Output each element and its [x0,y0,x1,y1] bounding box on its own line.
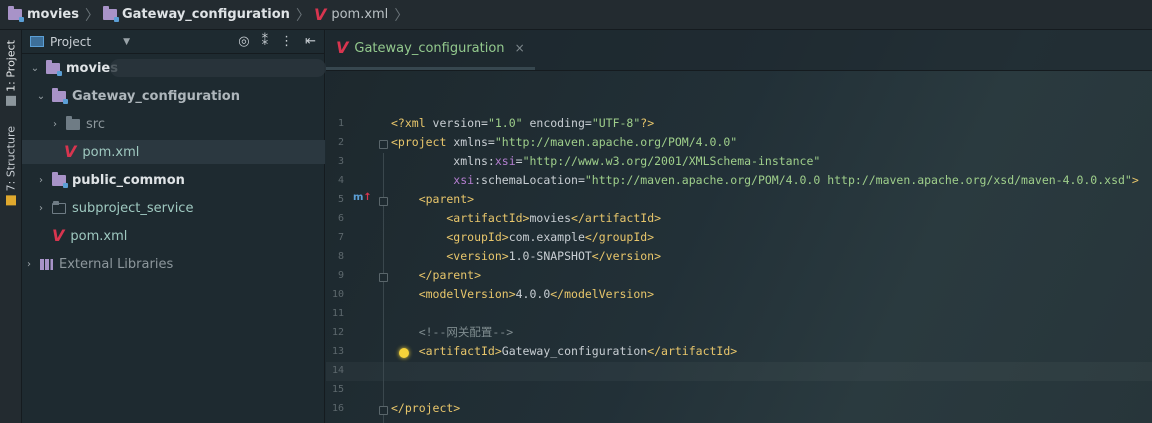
tree-item-pom-xml-selected[interactable]: V pom.xml [22,140,325,164]
hide-panel-icon[interactable]: ⇤ [305,34,316,49]
project-tool-tab[interactable]: 1: Project [3,40,19,106]
code-line-7: <groupId>com.example</groupId> [391,230,655,244]
project-icon [6,95,16,106]
chevron-down-icon[interactable]: ⌄ [36,91,46,102]
editor-tab-bar: V Gateway_configuration × [326,30,1152,71]
editor-tab-pom-xml[interactable]: V Gateway_configuration × [326,29,535,70]
chevron-right-icon: 〉 [295,7,310,24]
chevron-right-icon[interactable]: › [50,119,60,130]
code-line-13: <artifactId>Gateway_configuration</artif… [391,344,738,358]
redacted-path [110,59,326,77]
code-line-2: <project xmlns="http://maven.apache.org/… [391,135,738,149]
chevron-right-icon[interactable]: › [36,203,46,214]
structure-tool-tab[interactable]: 7: Structure [3,126,19,206]
code-line-3: xmlns:xsi="http://www.w3.org/2001/XMLSch… [391,154,821,168]
code-line-12: <!--网关配置--> [391,325,514,339]
module-folder-icon [46,59,62,76]
fold-marker[interactable] [379,197,388,206]
project-panel: Project ▼ ◎ ⁑ ⋮ ⇤ ⌄ movies ⌄ Gateway_con… [22,30,326,423]
folder-icon [52,200,66,214]
tool-window-stripe: 1: Project 7: Structure [0,30,22,423]
code-line-5: <parent> [391,192,475,206]
maven-parent-gutter-icon[interactable]: m↑ [353,192,372,203]
maven-icon: V [52,226,65,245]
tree-item-public-common[interactable]: › public_common [22,168,325,192]
chevron-right-icon[interactable]: › [24,259,34,270]
locate-target-icon[interactable]: ◎ [238,34,249,49]
fold-marker[interactable] [379,273,388,282]
libraries-icon [40,258,53,270]
fold-guide [383,153,384,423]
chevron-down-icon[interactable]: ⌄ [30,63,40,74]
fold-marker[interactable] [379,406,388,415]
project-view-selector[interactable]: Project [50,35,91,49]
code-line-8: <version>1.0-SNAPSHOT</version> [391,249,662,263]
code-line-16: </project> [391,401,461,415]
chevron-right-icon[interactable]: › [36,175,46,186]
code-line-1: <?xml version="1.0" encoding="UTF-8"?> [391,116,655,130]
maven-icon: V [64,142,77,161]
code-line-9: </parent> [391,268,482,282]
maven-icon: V [313,4,327,24]
current-line-highlight [326,362,1152,381]
project-panel-toolbar: Project ▼ ◎ ⁑ ⋮ ⇤ [22,30,324,54]
code-line-6: <artifactId>movies</artifactId> [391,211,662,225]
tree-item-movies[interactable]: ⌄ movies [22,56,326,80]
editor-area: V Gateway_configuration × 1 2 3 4 5 6 7 … [326,30,1152,423]
chevron-right-icon: 〉 [394,7,409,24]
chevron-right-icon: 〉 [84,7,99,24]
module-folder-icon [52,171,68,188]
project-view-icon [30,36,44,47]
folder-icon [66,115,80,130]
dropdown-arrow-icon[interactable]: ▼ [123,37,130,47]
module-folder-icon [102,6,119,22]
breadcrumb-pom-xml[interactable]: V pom.xml [313,4,388,24]
more-options-icon[interactable]: ⋮ [280,34,293,49]
collapse-all-icon[interactable]: ⁑ [262,34,269,49]
structure-icon [6,195,16,206]
code-line-10: <modelVersion>4.0.0</modelVersion> [391,287,655,301]
fold-marker[interactable] [379,140,388,149]
navigation-bar: movies 〉 Gateway_configuration 〉 V pom.x… [0,0,1152,30]
code-line-4: xsi:schemaLocation="http://maven.apache.… [391,173,1139,187]
tree-item-gateway-configuration[interactable]: ⌄ Gateway_configuration [22,84,325,108]
close-tab-icon[interactable]: × [515,41,525,55]
module-folder-icon [52,87,68,104]
tree-item-root-pom-xml[interactable]: V pom.xml [22,224,325,248]
module-folder-icon [8,6,24,22]
tree-item-src[interactable]: › src [22,112,325,136]
maven-icon: V [336,38,349,57]
breadcrumb-movies[interactable]: movies [8,6,79,22]
breadcrumb-gateway-configuration[interactable]: Gateway_configuration [102,6,290,22]
tree-item-subproject-service[interactable]: › subproject_service [22,196,325,220]
tree-item-external-libraries[interactable]: › External Libraries [22,252,325,276]
